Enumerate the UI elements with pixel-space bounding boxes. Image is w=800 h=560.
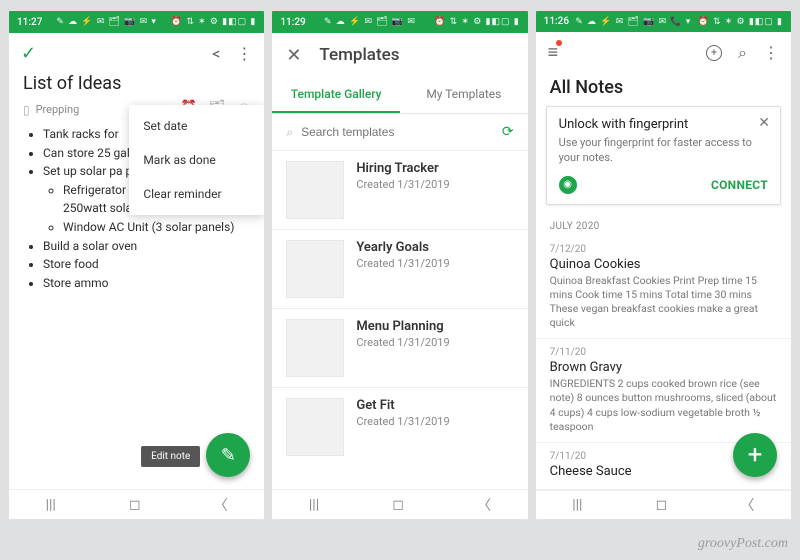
overflow-icon[interactable]: ⋮ [236,44,252,63]
status-bar: 11:27 ✎ ☁ ⚡ ✉ 🗂 📷 ✉ ▾ ⏰ ⇅ ✶ ⚙ ▮◧▢ ▮ [9,11,264,33]
editor-topbar: ✓ < ⋮ [9,33,264,73]
done-check-icon[interactable]: ✓ [21,43,36,64]
new-note-fab[interactable]: + [733,433,777,477]
page-title: All Notes [536,73,791,106]
templates-search-row: ⌕ ⟳ [272,114,527,150]
note-item[interactable]: 7/12/20 Quinoa Cookies Quinoa Breakfast … [536,236,791,340]
back-icon[interactable]: 〈 [740,495,754,515]
back-icon[interactable]: 〈 [477,495,491,515]
search-icon[interactable]: ⌕ [738,43,747,63]
home-icon[interactable]: ◻ [392,497,404,513]
edit-note-tooltip: Edit note [141,446,200,467]
menu-clear-reminder[interactable]: Clear reminder [129,177,264,211]
template-item[interactable]: Hiring Tracker Created 1/31/2019 [272,150,527,229]
note-item[interactable]: 7/11/20 Brown Gravy INGREDIENTS 2 cups c… [536,339,791,443]
home-icon[interactable]: ◻ [129,497,141,513]
home-icon[interactable]: ◻ [656,497,668,513]
note-date: 7/11/20 [550,347,777,358]
list-item: Build a solar oven [43,237,250,256]
template-date: Created 1/31/2019 [356,336,449,349]
close-icon[interactable]: ✕ [286,45,301,66]
note-snippet: INGREDIENTS 2 cups cooked brown rice (se… [550,377,777,434]
template-name: Menu Planning [356,319,449,334]
edit-fab[interactable]: ✎ [206,433,250,477]
template-item[interactable]: Yearly Goals Created 1/31/2019 [272,229,527,308]
status-icons-right: ⏰ ⇅ ✶ ⚙ ▮◧▢ ▮ [171,17,256,27]
status-icons-left: ✎ ☁ ⚡ ✉ 🗂 📷 ✉ 📞 ▾ [575,17,691,27]
list-subitem: Window AC Unit (3 solar panels) [63,218,250,237]
status-bar: 11:29 ✎ ☁ ⚡ ✉ 🗂 📷 ✉ ⏰ ⇅ ✶ ⚙ ▮◧▢ ▮ [272,11,527,33]
template-thumb [286,240,344,298]
share-icon[interactable]: < [212,44,220,63]
notebook-icon: ▯ [23,103,30,117]
note-title: Quinoa Cookies [550,257,777,272]
unlock-title: Unlock with fingerprint [559,117,768,132]
close-icon[interactable]: ✕ [758,115,770,131]
status-icons-right: ⏰ ⇅ ✶ ⚙ ▮◧▢ ▮ [434,17,519,27]
new-icon[interactable]: + [706,45,722,61]
pencil-icon: ✎ [221,445,236,466]
template-date: Created 1/31/2019 [356,415,449,428]
status-bar: 11:26 ✎ ☁ ⚡ ✉ 🗂 📷 ✉ 📞 ▾ ⏰ ⇅ ✶ ⚙ ▮◧▢ ▮ [536,11,791,32]
tab-my-templates[interactable]: My Templates [400,77,528,113]
unlock-text: Use your fingerprint for faster access t… [559,136,768,166]
templates-topbar: ✕ Templates [272,33,527,77]
recents-icon[interactable]: ||| [46,497,56,513]
fingerprint-icon: ◉ [559,176,577,194]
menu-set-date[interactable]: Set date [129,109,264,143]
template-list: Hiring Tracker Created 1/31/2019 Yearly … [272,150,527,489]
templates-title: Templates [319,45,399,65]
notebook-name[interactable]: Prepping [36,103,80,116]
watermark: groovyPost.com [698,536,788,552]
status-icons-right: ⏰ ⇅ ✶ ⚙ ▮◧▢ ▮ [698,17,783,27]
template-name: Hiring Tracker [356,161,449,176]
note-date: 7/12/20 [550,244,777,255]
plus-icon: + [748,440,763,470]
search-icon: ⌕ [286,125,293,140]
panel-templates: 11:29 ✎ ☁ ⚡ ✉ 🗂 📷 ✉ ⏰ ⇅ ✶ ⚙ ▮◧▢ ▮ ✕ Temp… [271,10,528,520]
overflow-icon[interactable]: ⋮ [763,43,779,62]
menu-icon[interactable]: ≡ [548,42,559,63]
note-snippet: Quinoa Breakfast Cookies Print Prep time… [550,274,777,331]
tab-gallery[interactable]: Template Gallery [272,77,400,113]
status-time: 11:27 [17,17,42,28]
template-name: Yearly Goals [356,240,449,255]
status-icons-left: ✎ ☁ ⚡ ✉ 🗂 📷 ✉ [324,17,416,27]
template-thumb [286,319,344,377]
template-name: Get Fit [356,398,449,413]
template-item[interactable]: Get Fit Created 1/31/2019 [272,387,527,466]
templates-tabs: Template Gallery My Templates [272,77,527,114]
status-icons-left: ✎ ☁ ⚡ ✉ 🗂 📷 ✉ ▾ [56,17,157,27]
template-item[interactable]: Menu Planning Created 1/31/2019 [272,308,527,387]
list-item: Store food [43,255,250,274]
note-title: Brown Gravy [550,360,777,375]
status-time: 11:29 [280,17,305,28]
android-navbar: ||| ◻ 〈 [9,489,264,519]
connect-button[interactable]: CONNECT [711,178,768,192]
panel-note-editor: 11:27 ✎ ☁ ⚡ ✉ 🗂 📷 ✉ ▾ ⏰ ⇅ ✶ ⚙ ▮◧▢ ▮ ✓ < … [8,10,265,520]
back-icon[interactable]: 〈 [214,495,228,515]
template-date: Created 1/31/2019 [356,257,449,270]
section-header: JULY 2020 [536,213,791,236]
notes-topbar: ≡ + ⌕ ⋮ [536,32,791,73]
menu-mark-done[interactable]: Mark as done [129,143,264,177]
template-date: Created 1/31/2019 [356,178,449,191]
android-navbar: ||| ◻ 〈 [536,490,791,519]
search-input[interactable] [301,125,494,139]
search-field[interactable]: ⌕ [286,125,494,140]
status-time: 11:26 [544,16,569,27]
refresh-icon[interactable]: ⟳ [502,124,514,140]
template-thumb [286,161,344,219]
note-title[interactable]: List of Ideas [23,73,250,94]
android-navbar: ||| ◻ 〈 [272,489,527,519]
recents-icon[interactable]: ||| [309,497,319,513]
panel-all-notes: 11:26 ✎ ☁ ⚡ ✉ 🗂 📷 ✉ 📞 ▾ ⏰ ⇅ ✶ ⚙ ▮◧▢ ▮ ≡ … [535,10,792,520]
reminder-menu: Set date Mark as done Clear reminder [129,105,264,215]
recents-icon[interactable]: ||| [572,497,582,513]
template-thumb [286,398,344,456]
unlock-fingerprint-card: ✕ Unlock with fingerprint Use your finge… [546,106,781,205]
list-item: Store ammo [43,274,250,293]
